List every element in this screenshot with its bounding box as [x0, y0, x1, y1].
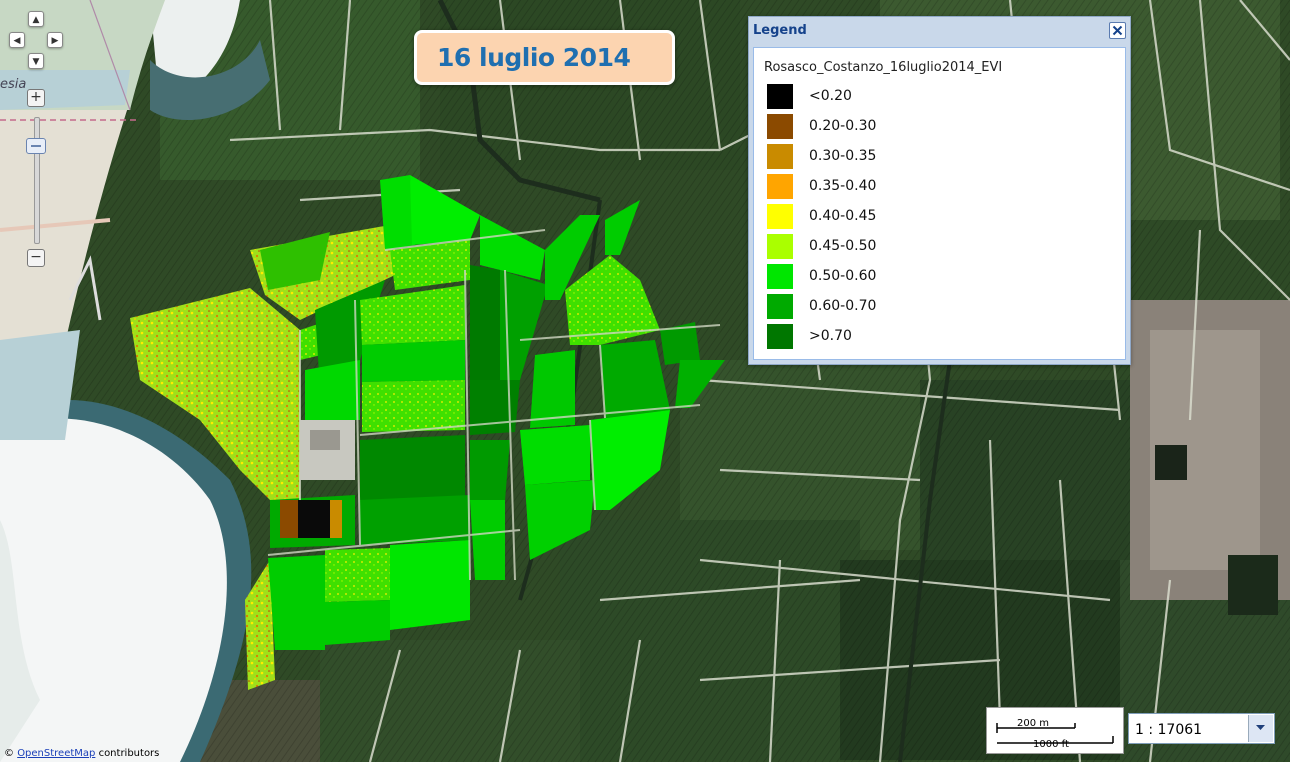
legend-item-label: 0.20-0.30 — [809, 118, 877, 134]
base-map-place-label: esia — [0, 77, 27, 92]
zoom-in-button[interactable]: + — [27, 89, 45, 107]
legend-item-label: 0.45-0.50 — [809, 238, 877, 254]
legend-swatch — [767, 204, 793, 229]
pan-up-icon[interactable]: ▲ — [28, 11, 44, 27]
scale-metric-label: 200 m — [1017, 718, 1050, 729]
zoom-slider-track[interactable] — [34, 117, 40, 244]
legend-swatch — [767, 324, 793, 349]
legend-panel: Legend Rosasco_Costanzo_16luglio2014_EVI… — [748, 16, 1131, 365]
legend-swatch — [767, 114, 793, 139]
close-icon[interactable] — [1109, 22, 1126, 39]
scale-imperial-label: 1000 ft — [1033, 739, 1069, 750]
zoom-out-button[interactable]: − — [27, 249, 45, 267]
legend-item-label: <0.20 — [809, 88, 852, 104]
legend-item-label: 0.50-0.60 — [809, 268, 877, 284]
attribution-suffix: contributors — [95, 748, 160, 759]
pan-right-icon[interactable]: ▶ — [47, 32, 63, 48]
pan-down-icon[interactable]: ▼ — [28, 53, 44, 69]
scale-select[interactable]: 1 : 17061 — [1128, 713, 1275, 744]
scale-bar: 200 m 1000 ft — [986, 707, 1124, 754]
legend-body: Rosasco_Costanzo_16luglio2014_EVI <0.20 0… — [753, 47, 1126, 360]
legend-title: Legend — [753, 23, 807, 38]
legend-item-label: >0.70 — [809, 328, 852, 344]
legend-swatch — [767, 84, 793, 109]
openstreetmap-link[interactable]: OpenStreetMap — [17, 748, 95, 759]
legend-item-label: 0.35-0.40 — [809, 178, 877, 194]
legend-layer-name: Rosasco_Costanzo_16luglio2014_EVI — [764, 60, 1003, 75]
pan-left-icon[interactable]: ◀ — [9, 32, 25, 48]
legend-swatch — [767, 144, 793, 169]
chevron-down-icon[interactable] — [1248, 715, 1273, 742]
legend-swatch — [767, 174, 793, 199]
map-attribution: © OpenStreetMap contributors — [4, 748, 159, 759]
date-label: 16 luglio 2014 — [437, 43, 631, 72]
legend-swatch — [767, 234, 793, 259]
date-banner: 16 luglio 2014 — [414, 30, 675, 85]
zoom-slider-thumb[interactable] — [26, 138, 46, 154]
legend-swatch — [767, 294, 793, 319]
legend-swatch — [767, 264, 793, 289]
legend-item-label: 0.60-0.70 — [809, 298, 877, 314]
legend-item-label: 0.30-0.35 — [809, 148, 877, 164]
scale-ratio-value: 1 : 17061 — [1135, 722, 1203, 738]
legend-item-label: 0.40-0.45 — [809, 208, 877, 224]
attribution-prefix: © — [4, 748, 14, 759]
